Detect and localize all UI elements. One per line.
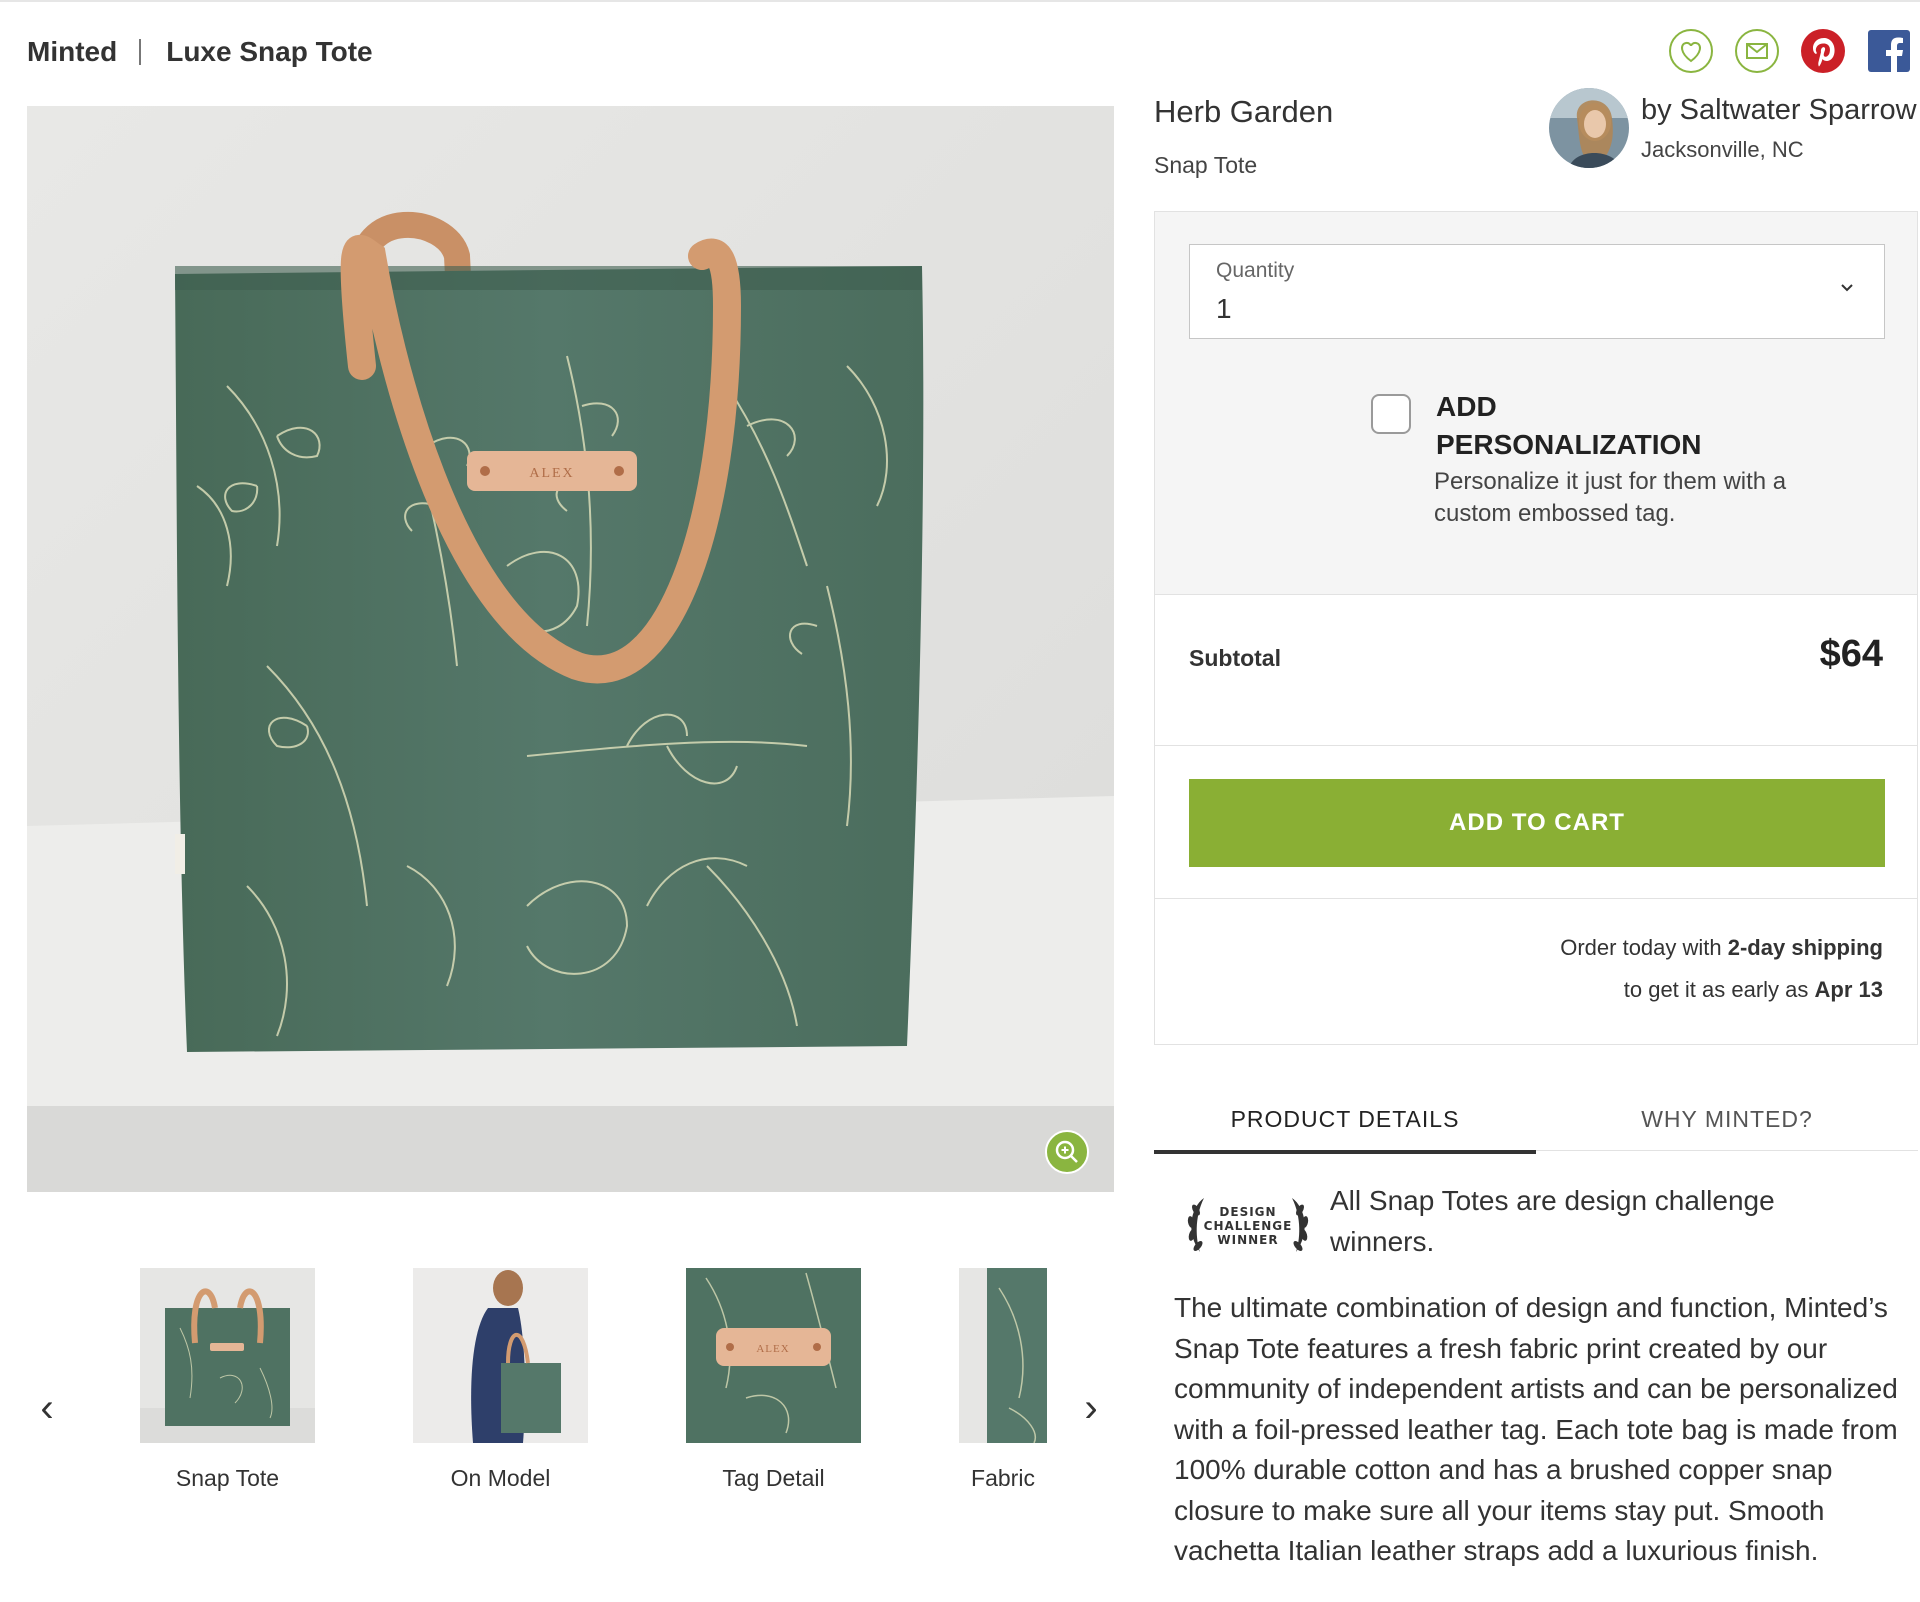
thumbnail-caption: Fabric	[971, 1465, 1035, 1491]
breadcrumb-separator	[139, 39, 142, 65]
details-tabs: PRODUCT DETAILS WHY MINTED?	[1154, 1098, 1918, 1154]
product-title: Herb Garden	[1154, 94, 1334, 129]
thumbnail-image[interactable]	[959, 1268, 1047, 1443]
artist-info[interactable]: by Saltwater Sparrow Jacksonville, NC	[1549, 88, 1917, 168]
artist-name[interactable]: by Saltwater Sparrow	[1641, 94, 1917, 127]
subtotal-value: $64	[1819, 633, 1883, 675]
add-to-cart-button[interactable]: ADD TO CART	[1189, 779, 1885, 867]
top-divider	[0, 0, 1920, 2]
thumbnail-snap-tote[interactable]: Snap Tote	[140, 1268, 315, 1492]
delivery-date: Apr 13	[1814, 977, 1883, 1002]
purchase-panel: Quantity 1 ADD PERSONALIZATION Personali…	[1154, 211, 1918, 1045]
badge-line1: DESIGN	[1219, 1205, 1276, 1219]
mail-icon[interactable]	[1734, 28, 1780, 74]
tag-text: ALEX	[756, 1343, 789, 1355]
facebook-icon[interactable]	[1866, 28, 1912, 74]
shipping-info: Order today with 2-day shipping to get i…	[1155, 898, 1917, 1044]
tab-why-minted[interactable]: WHY MINTED?	[1536, 1098, 1918, 1150]
badge-line2: CHALLENGE	[1204, 1219, 1293, 1233]
personalization-title[interactable]: ADD PERSONALIZATION	[1436, 388, 1736, 464]
personalization-checkbox[interactable]	[1371, 394, 1411, 434]
chevron-down-icon	[1840, 277, 1854, 298]
product-description: The ultimate combination of design and f…	[1174, 1292, 1898, 1566]
personalization-description: Personalize it just for them with a cust…	[1434, 468, 1787, 527]
subtotal-label: Subtotal	[1189, 645, 1281, 671]
zoom-button[interactable]	[1045, 1130, 1089, 1174]
thumbnail-image[interactable]	[413, 1268, 588, 1443]
avatar[interactable]	[1549, 88, 1629, 168]
shipping-line2-text: to get it as early as	[1623, 977, 1815, 1002]
product-main-image[interactable]: ALEX	[27, 106, 1114, 1192]
thumbnail-tag-detail[interactable]: ALEX Tag Detail	[686, 1268, 861, 1492]
design-challenge-badge: DESIGN CHALLENGE WINNER	[1174, 1188, 1322, 1264]
pinterest-icon[interactable]	[1800, 28, 1846, 74]
artist-location: Jacksonville, NC	[1641, 137, 1804, 162]
zoom-icon	[1055, 1140, 1078, 1163]
personalization-title-line2: PERSONALIZATION	[1436, 429, 1702, 460]
options-area: Quantity 1 ADD PERSONALIZATION Personali…	[1155, 212, 1917, 594]
breadcrumb: Minted Luxe Snap Tote	[27, 36, 373, 68]
thumbnail-image[interactable]: ALEX	[686, 1268, 861, 1443]
design-challenge-text: All Snap Totes are design challenge winn…	[1330, 1185, 1775, 1257]
breadcrumb-brand[interactable]: Minted	[27, 36, 117, 68]
tab-product-details[interactable]: PRODUCT DETAILS	[1154, 1098, 1536, 1154]
shipping-line2: to get it as early as Apr 13	[1624, 977, 1883, 1003]
thumbnail-carousel: ‹ Snap Tote On Model ALEX Tag Detail Fab…	[27, 1268, 1114, 1508]
chevron-right-icon[interactable]: ›	[1071, 1388, 1111, 1428]
quantity-label: Quantity	[1216, 259, 1295, 282]
thumbnail-caption: Snap Tote	[175, 1465, 280, 1491]
quantity-select[interactable]: Quantity 1	[1189, 244, 1885, 339]
subtotal-row: Subtotal $64	[1155, 594, 1917, 745]
quantity-value: 1	[1216, 293, 1232, 324]
shipping-line1: Order today with 2-day shipping	[1560, 935, 1883, 961]
shipping-line1-text: Order today with	[1560, 935, 1728, 960]
thumbnail-caption: Tag Detail	[722, 1465, 825, 1491]
personalization-title-line1: ADD	[1436, 391, 1497, 422]
thumbnail-fabric[interactable]: Fabric	[959, 1268, 1047, 1492]
badge-line3: WINNER	[1217, 1233, 1278, 1247]
thumbnail-caption: On Model	[450, 1465, 551, 1491]
share-icons	[1668, 28, 1912, 74]
thumbnail-image[interactable]	[140, 1268, 315, 1443]
design-challenge-row: DESIGN CHALLENGE WINNER All Snap Totes a…	[1174, 1185, 1790, 1264]
tag-text: ALEX	[529, 466, 574, 481]
chevron-left-icon[interactable]: ‹	[27, 1388, 67, 1428]
heart-icon[interactable]	[1668, 28, 1714, 74]
product-subtitle: Snap Tote	[1154, 152, 1258, 178]
cart-row: ADD TO CART	[1155, 745, 1917, 898]
shipping-method: 2-day shipping	[1727, 935, 1883, 960]
thumbnail-on-model[interactable]: On Model	[413, 1268, 588, 1492]
breadcrumb-product[interactable]: Luxe Snap Tote	[166, 36, 372, 68]
